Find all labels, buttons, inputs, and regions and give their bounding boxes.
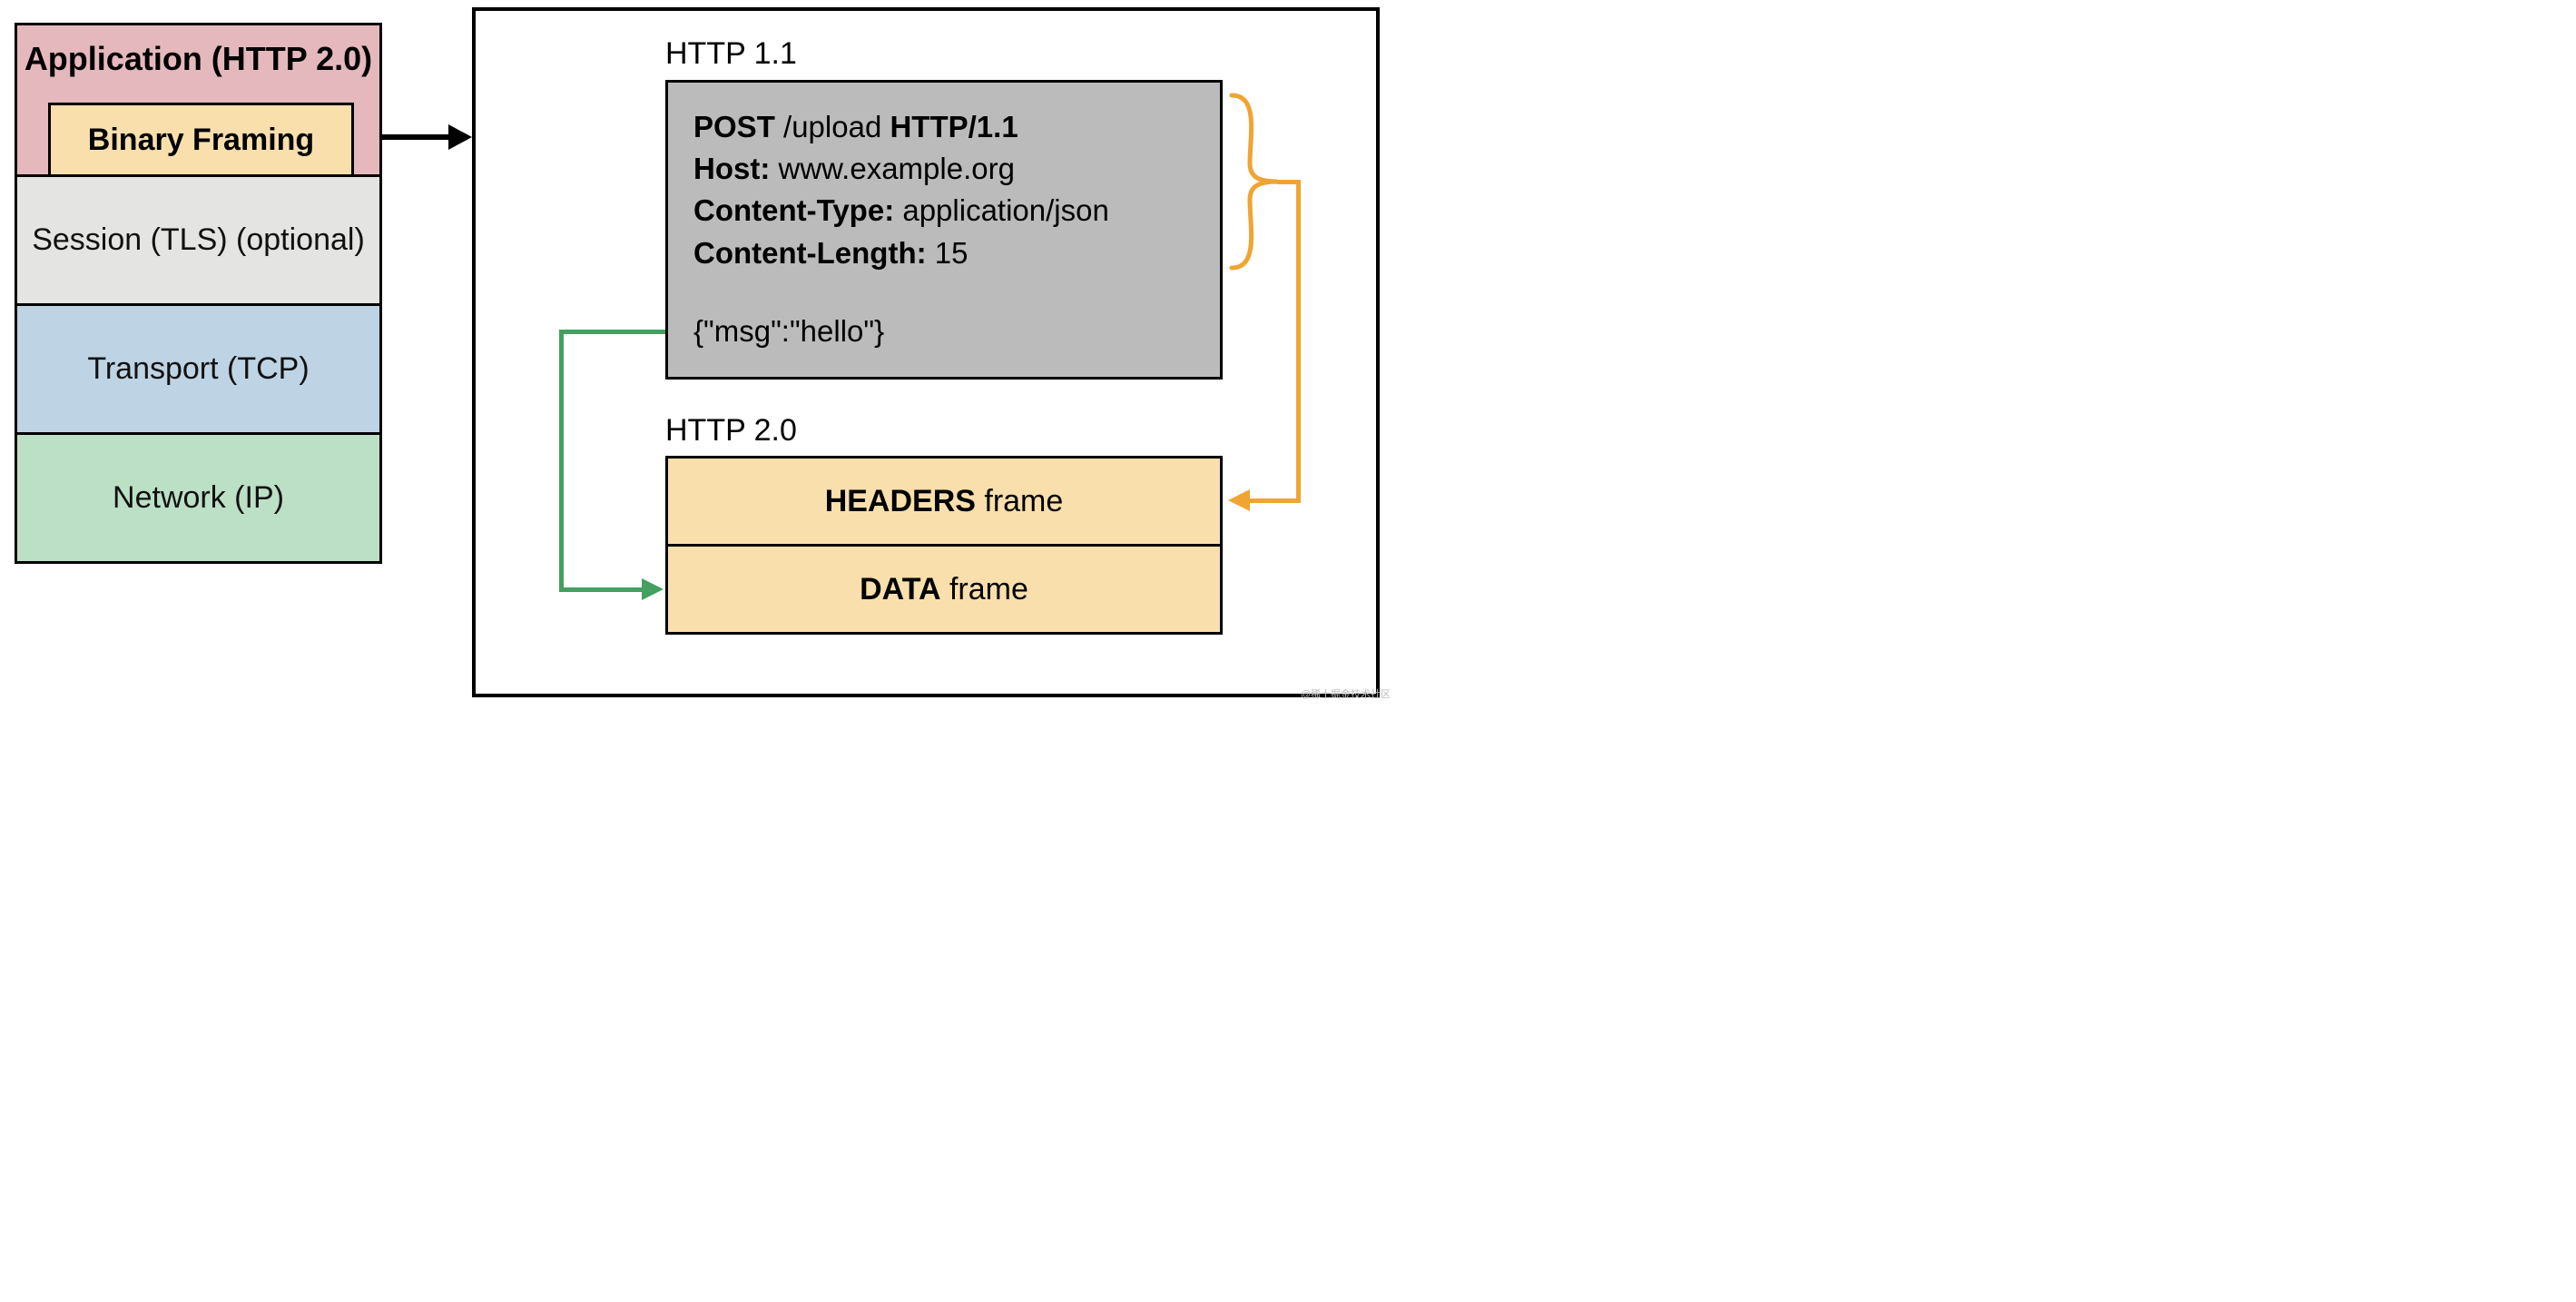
arrow-headers-bottom-h xyxy=(1250,498,1301,503)
data-frame-rest: frame xyxy=(941,572,1028,607)
arrow-headers-v xyxy=(1296,180,1301,501)
http11-request-line: POST /upload HTTP/1.1 xyxy=(693,106,1195,148)
data-frame-text: DATA frame xyxy=(860,572,1028,607)
headers-frame-text: HEADERS frame xyxy=(825,484,1064,519)
http20-headers-frame: HEADERS frame xyxy=(665,456,1223,547)
http11-host-line: Host: www.example.org xyxy=(693,148,1195,190)
brace-icon xyxy=(1227,91,1282,272)
watermark: @稀土掘金技术社区 xyxy=(1301,686,1391,701)
http11-ct-val: application/json xyxy=(894,193,1109,227)
http11-request-box: POST /upload HTTP/1.1 Host: www.example.… xyxy=(665,80,1223,380)
http11-cl-val: 15 xyxy=(927,236,968,270)
http20-data-frame: DATA frame xyxy=(665,544,1223,635)
http11-body: {"msg":"hello"} xyxy=(693,311,1195,352)
http11-version: HTTP/1.1 xyxy=(890,110,1018,143)
layer-binary-framing: Binary Framing xyxy=(48,103,354,177)
layer-session: Session (TLS) (optional) xyxy=(15,174,382,306)
arrow-body-bottom-h xyxy=(559,587,644,592)
layer-application-title: Application (HTTP 2.0) xyxy=(17,40,379,78)
layer-transport: Transport (TCP) xyxy=(15,303,382,435)
http11-cl-key: Content-Length: xyxy=(693,236,927,270)
layer-network-label: Network (IP) xyxy=(113,480,284,516)
layer-network: Network (IP) xyxy=(15,432,382,564)
arrow-body-head xyxy=(642,578,664,600)
headers-frame-bold: HEADERS xyxy=(825,484,976,518)
http11-ct-key: Content-Type: xyxy=(693,193,894,227)
arrow-body-v xyxy=(559,330,564,591)
http11-path: /upload xyxy=(775,110,890,143)
arrow-stack-to-detail-head xyxy=(448,124,472,150)
http20-label: HTTP 2.0 xyxy=(665,413,797,449)
arrow-body-top-h xyxy=(559,330,665,334)
layer-session-label: Session (TLS) (optional) xyxy=(32,222,365,258)
headers-frame-rest: frame xyxy=(976,484,1063,518)
http11-content-length-line: Content-Length: 15 xyxy=(693,232,1195,274)
arrow-stack-to-detail-line xyxy=(382,134,450,140)
layer-transport-label: Transport (TCP) xyxy=(87,351,309,387)
http11-host-key: Host: xyxy=(693,152,770,185)
layer-application: Application (HTTP 2.0) Binary Framing xyxy=(15,23,382,177)
arrow-headers-head xyxy=(1228,489,1250,511)
http11-content-type-line: Content-Type: application/json xyxy=(693,190,1195,232)
diagram-canvas: Application (HTTP 2.0) Binary Framing Se… xyxy=(0,0,1398,708)
http11-host-val: www.example.org xyxy=(770,152,1015,185)
data-frame-bold: DATA xyxy=(860,572,940,607)
http11-method: POST xyxy=(693,110,775,143)
http11-label: HTTP 1.1 xyxy=(665,36,797,72)
